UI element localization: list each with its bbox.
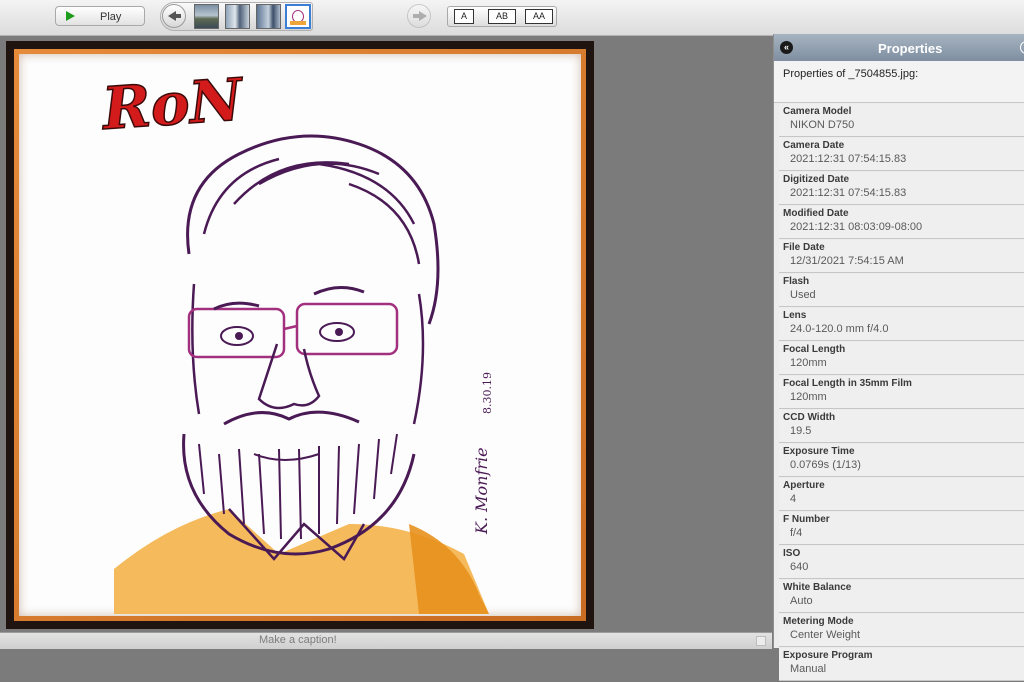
caption-input[interactable]: Make a caption!: [259, 634, 337, 646]
property-label: Modified Date: [783, 208, 849, 219]
property-row: Metering Mode Center Weight: [779, 614, 1024, 647]
property-value: 2021:12:31 07:54:15.83: [790, 153, 907, 165]
thumbnail-3[interactable]: [256, 4, 281, 29]
caption-bar: Make a caption!: [0, 632, 772, 649]
collapse-panel-icon[interactable]: «: [780, 41, 793, 54]
toolbar: Play A AB AA: [0, 0, 1024, 36]
caricature-image[interactable]: RoN K. Monfrie 8.30.19: [19, 54, 581, 616]
property-label: Camera Date: [783, 140, 845, 151]
property-label: Metering Mode: [783, 616, 854, 627]
layout-single-button[interactable]: A: [454, 9, 474, 24]
properties-file-name: Properties of _7504855.jpg:: [783, 68, 919, 80]
property-value: 120mm: [790, 357, 827, 369]
property-row: Aperture 4: [779, 478, 1024, 511]
property-row: Modified Date 2021:12:31 08:03:09-08:00: [779, 206, 1024, 239]
property-value: Manual: [790, 663, 827, 675]
image-canvas: RoN K. Monfrie 8.30.19: [0, 36, 772, 632]
property-value: 2021:12:31 07:54:15.83: [790, 187, 907, 199]
property-label: ISO: [783, 548, 801, 559]
panel-options-icon[interactable]: [1020, 41, 1024, 54]
property-row: Digitized Date 2021:12:31 07:54:15.83: [779, 172, 1024, 205]
layout-compare-button[interactable]: AB: [488, 9, 516, 24]
property-row: White Balance Auto: [779, 580, 1024, 613]
property-value: 12/31/2021 7:54:15 AM: [790, 255, 904, 267]
property-value: Used: [790, 289, 816, 301]
property-label: Exposure Program: [783, 650, 873, 661]
property-row: Exposure Time 0.0769s (1/13): [779, 444, 1024, 477]
property-row: Exposure Program Manual: [779, 648, 1024, 681]
property-row: ISO 640: [779, 546, 1024, 579]
property-label: Flash: [783, 276, 810, 287]
property-value: 2021:12:31 08:03:09-08:00: [790, 221, 923, 233]
property-row: Focal Length in 35mm Film 120mm: [779, 376, 1024, 409]
play-icon: [66, 11, 75, 21]
property-label: Camera Model: [783, 106, 852, 117]
thumbnail-shirt: [290, 21, 306, 25]
back-arrow-icon[interactable]: [162, 4, 186, 28]
layout-duplicate-button[interactable]: AA: [525, 9, 553, 24]
property-value: 640: [790, 561, 809, 573]
forward-arrow-icon[interactable]: [407, 4, 431, 28]
panel-title: Properties: [878, 41, 943, 56]
property-value: 120mm: [790, 391, 827, 403]
artwork-signature-text: K. Monfrie: [472, 447, 491, 535]
property-label: Focal Length in 35mm Film: [783, 378, 912, 389]
property-value: Auto: [790, 595, 813, 607]
property-row: Lens 24.0-120.0 mm f/4.0: [779, 308, 1024, 341]
caricature-drawing: RoN K. Monfrie 8.30.19: [97, 64, 494, 614]
property-label: Exposure Time: [783, 446, 855, 457]
picture-frame: RoN K. Monfrie 8.30.19: [6, 41, 594, 629]
properties-panel: « Properties Properties of _7504855.jpg:…: [773, 34, 1024, 681]
artwork-date-text: 8.30.19: [481, 372, 494, 414]
property-row: File Date 12/31/2021 7:54:15 AM: [779, 240, 1024, 273]
property-value: 24.0-120.0 mm f/4.0: [790, 323, 889, 335]
caption-options-icon[interactable]: [756, 636, 766, 646]
property-label: F Number: [783, 514, 830, 525]
artwork-name-text: RoN: [98, 65, 246, 143]
play-button[interactable]: Play: [55, 6, 145, 26]
property-value: Center Weight: [790, 629, 861, 641]
thumbnail-2[interactable]: [225, 4, 250, 29]
property-value: 4: [790, 493, 797, 505]
thumbnail-1[interactable]: [194, 4, 219, 29]
property-label: File Date: [783, 242, 825, 253]
property-label: Focal Length: [783, 344, 846, 355]
property-row: CCD Width 19.5: [779, 410, 1024, 443]
play-label: Play: [100, 11, 122, 23]
panel-header: « Properties: [774, 34, 1024, 61]
properties-file-heading: Properties of _7504855.jpg:: [774, 61, 1024, 103]
property-label: CCD Width: [783, 412, 836, 423]
thumbnail-4-selected[interactable]: [285, 4, 311, 29]
frame-mat: RoN K. Monfrie 8.30.19: [14, 49, 586, 621]
property-label: Digitized Date: [783, 174, 850, 185]
property-value: NIKON D750: [790, 119, 855, 131]
property-value: 0.0769s (1/13): [790, 459, 861, 471]
property-row: F Number f/4: [779, 512, 1024, 545]
property-label: White Balance: [783, 582, 852, 593]
property-row: Focal Length 120mm: [779, 342, 1024, 375]
property-value: f/4: [790, 527, 803, 539]
property-value: 19.5: [790, 425, 812, 437]
property-row: Camera Date 2021:12:31 07:54:15.83: [779, 138, 1024, 171]
property-label: Aperture: [783, 480, 825, 491]
property-label: Lens: [783, 310, 807, 321]
property-row: Camera Model NIKON D750: [779, 104, 1024, 137]
properties-list: Camera Model NIKON D750 Camera Date 2021:12…: [779, 104, 1024, 682]
property-row: Flash Used: [779, 274, 1024, 307]
